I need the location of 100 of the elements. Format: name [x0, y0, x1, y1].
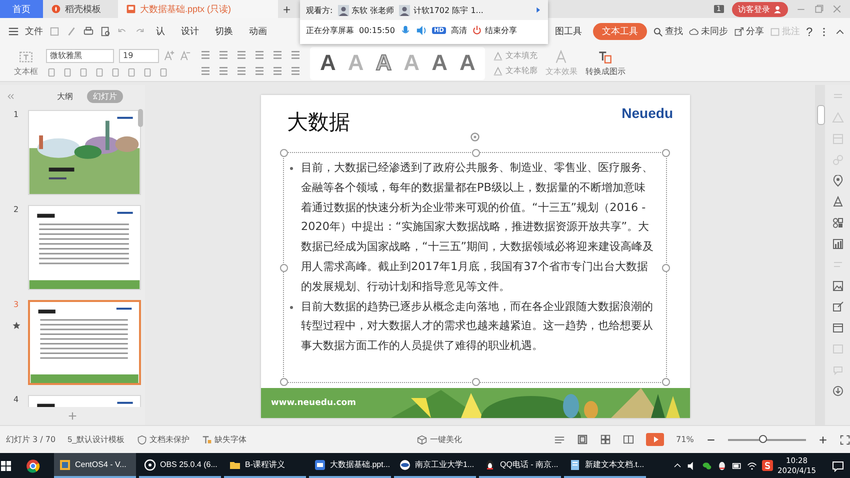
- speaker-icon[interactable]: [416, 24, 427, 36]
- font-select[interactable]: 微软雅黑: [46, 48, 114, 62]
- preview-icon[interactable]: [100, 26, 111, 37]
- end-share-button[interactable]: 结束分享: [472, 24, 517, 36]
- taskbar-app[interactable]: QQ电话 - 南京...: [479, 453, 561, 478]
- help-button[interactable]: ?: [806, 24, 813, 38]
- right-arrow-icon[interactable]: [534, 6, 542, 14]
- resize-handle[interactable]: [280, 149, 288, 157]
- input-method-icon[interactable]: [762, 460, 773, 471]
- protection-button[interactable]: 文档未保护: [136, 434, 190, 445]
- presentation-file-icon: [126, 4, 136, 14]
- taskbar-app[interactable]: 大数据基础.ppt...: [309, 453, 391, 478]
- ribbon-tab[interactable]: 动画: [244, 23, 272, 40]
- zoom-in-icon[interactable]: [818, 434, 828, 444]
- penguin-icon[interactable]: [716, 460, 727, 470]
- scrollbar-thumb[interactable]: [817, 105, 825, 125]
- file-menu[interactable]: 文件: [25, 25, 43, 38]
- cloud-icon: [689, 26, 699, 36]
- search-button[interactable]: 查找: [653, 25, 683, 38]
- tab[interactable]: 首页: [0, 0, 43, 18]
- archive-icon[interactable]: [832, 322, 844, 334]
- resize-handle[interactable]: [280, 264, 288, 272]
- share-icon[interactable]: [832, 301, 844, 313]
- font-size-select[interactable]: 19: [119, 48, 159, 62]
- chat-icon[interactable]: [702, 460, 712, 470]
- new-tab-button[interactable]: +: [278, 0, 296, 18]
- slide-thumbnail[interactable]: [28, 110, 141, 195]
- decrease-font-icon[interactable]: [180, 50, 191, 61]
- resize-handle[interactable]: [280, 378, 288, 386]
- missing-fonts-button[interactable]: 缺失字体: [202, 434, 246, 445]
- ribbon-tab[interactable]: 切换: [210, 23, 238, 40]
- print-icon[interactable]: [83, 26, 94, 37]
- microphone-icon[interactable]: [400, 24, 411, 36]
- slide-number: 1: [13, 110, 19, 119]
- notification-icon[interactable]: [832, 460, 844, 472]
- menu-icon[interactable]: [8, 26, 19, 37]
- reading-view-icon[interactable]: [623, 434, 634, 445]
- normal-view-icon[interactable]: [577, 434, 588, 445]
- bar-chart-icon[interactable]: [832, 238, 844, 250]
- resize-handle[interactable]: [662, 264, 670, 272]
- battery-icon[interactable]: [732, 460, 742, 470]
- convert-to-diagram-button[interactable]: 转换成图示: [585, 50, 626, 76]
- slide-thumbnail[interactable]: [28, 300, 141, 385]
- taskbar-app[interactable]: 南京工业大学1...: [394, 453, 476, 478]
- start-icon[interactable]: [0, 460, 12, 472]
- fit-window-icon[interactable]: [840, 434, 850, 444]
- ribbon-tab[interactable]: 图工具: [550, 23, 587, 40]
- chevron-up-icon[interactable]: [672, 461, 682, 470]
- taskbar-app[interactable]: CentOS4 - V...: [54, 453, 136, 478]
- ribbon-tab[interactable]: 设计: [176, 23, 204, 40]
- textbox-button[interactable]: 文本框: [14, 50, 38, 76]
- wifi-icon[interactable]: [746, 460, 757, 470]
- login-button[interactable]: 访客登录: [732, 2, 788, 16]
- template-button[interactable]: 5_默认设计模板: [68, 434, 124, 445]
- share-button[interactable]: 分享: [734, 25, 764, 38]
- location-pin-icon[interactable]: [832, 175, 844, 187]
- round-logo-icon: [399, 458, 411, 470]
- grid-icon[interactable]: [832, 217, 844, 229]
- stack-icon[interactable]: [832, 196, 844, 208]
- close-icon[interactable]: [832, 4, 842, 14]
- slide-count: 幻灯片 3 / 70: [6, 434, 56, 445]
- bullet-icon: [290, 306, 293, 309]
- rotate-handle-icon[interactable]: [470, 132, 480, 142]
- panel-tab[interactable]: 大纲: [51, 90, 79, 102]
- sync-button[interactable]: 未同步: [689, 25, 728, 38]
- resize-handle[interactable]: [662, 149, 670, 157]
- taskbar-app[interactable]: 新建文本文档.t...: [564, 453, 646, 478]
- image-icon[interactable]: [832, 280, 844, 292]
- footer-url: www.neuedu.com: [271, 398, 356, 408]
- bullet-text: 目前大数据的趋势已逐步从概念走向落地，而在各企业跟随大数据浪潮的转型过程中，对大数据人才的需求也越来越紧迫。这一趋势，也给想要从事大数据方面工作的人员提供了难得的职业机遇。: [301, 298, 654, 354]
- resize-handle[interactable]: [472, 149, 480, 157]
- share-timer: 00:15:50: [359, 26, 395, 34]
- taskbar-app[interactable]: OBS 25.0.4 (6...: [139, 453, 221, 478]
- text-style-option[interactable]: A: [320, 50, 336, 76]
- notes-view-icon[interactable]: [554, 434, 566, 445]
- scrollbar-thumb[interactable]: [138, 109, 143, 127]
- resize-handle[interactable]: [662, 378, 670, 386]
- text-style-option[interactable]: A: [459, 50, 476, 76]
- ribbon-tab[interactable]: 认: [151, 23, 170, 40]
- zoom-percent[interactable]: 71%: [676, 435, 694, 444]
- cube-icon: [417, 434, 428, 444]
- text-style-option[interactable]: A: [432, 50, 448, 76]
- resize-handle[interactable]: [472, 378, 480, 386]
- quality-label[interactable]: 高清: [450, 24, 467, 36]
- slide-number: 4: [13, 395, 19, 404]
- play-button[interactable]: [646, 433, 664, 446]
- beautify-button[interactable]: 一键美化: [417, 434, 462, 445]
- collapse-panel-icon[interactable]: [6, 92, 15, 100]
- increase-font-icon[interactable]: [164, 50, 175, 61]
- zoom-slider-thumb[interactable]: [759, 434, 767, 442]
- download-icon[interactable]: [832, 385, 844, 397]
- slide-number: 2: [13, 205, 19, 214]
- restore-icon[interactable]: [814, 4, 824, 14]
- shield-icon: [136, 434, 146, 444]
- taskbar-app[interactable]: B-课程讲义: [224, 453, 306, 478]
- chrome-icon[interactable]: [26, 458, 40, 472]
- grid-view-icon[interactable]: [600, 434, 612, 445]
- text-outline-icon: [493, 66, 504, 76]
- slide-thumbnail[interactable]: [28, 205, 141, 290]
- tab[interactable]: 稻壳模板: [43, 0, 118, 18]
